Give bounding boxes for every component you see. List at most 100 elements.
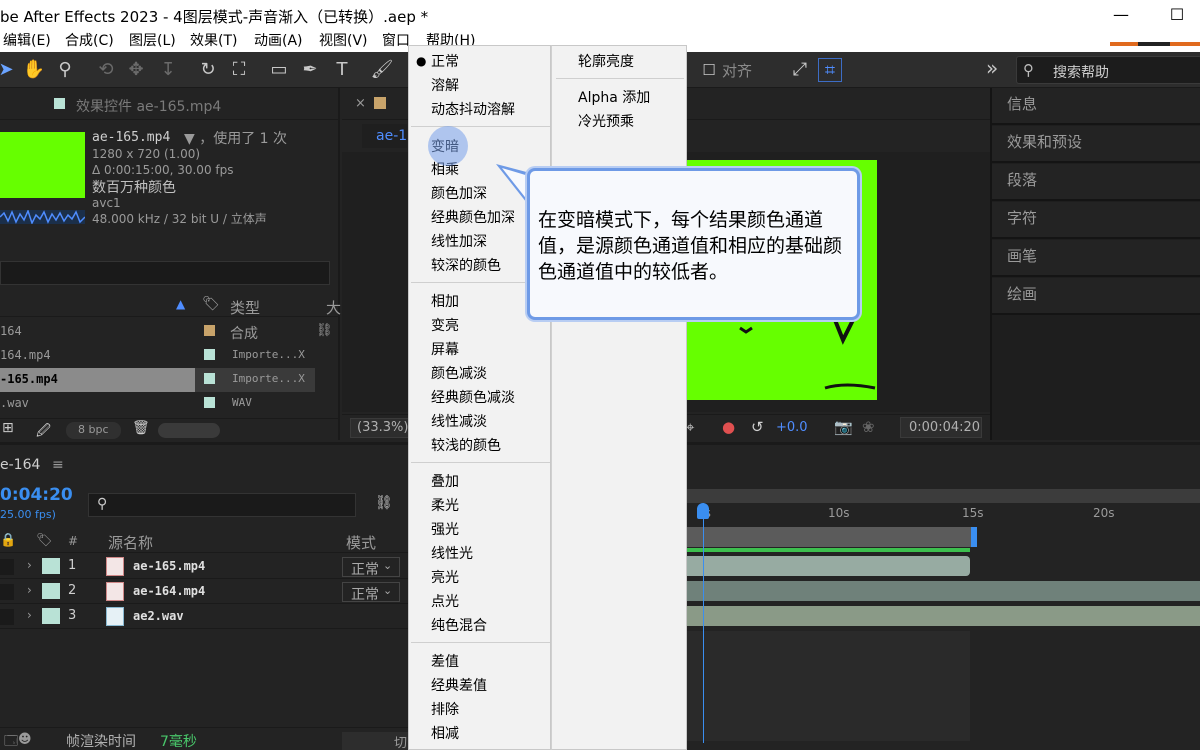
character-panel[interactable]: 字符 — [992, 202, 1200, 239]
comp-settings-icon[interactable]: 🗔 — [4, 732, 18, 750]
blend-overlay[interactable]: 叠加 — [431, 471, 459, 491]
expand-arrow-icon[interactable]: › — [27, 608, 32, 622]
work-area-end-handle[interactable] — [971, 527, 977, 547]
show-snapshot-icon[interactable]: ❀ — [862, 418, 875, 436]
effect-controls-tab[interactable]: 效果控件 ae-165.mp4 — [76, 96, 221, 116]
layer-bar[interactable] — [686, 581, 1200, 601]
selection-tool-icon[interactable]: ➤ — [0, 58, 18, 82]
region-of-interest-icon[interactable]: ⌖ — [686, 418, 694, 436]
playhead-handle[interactable] — [697, 503, 709, 519]
layer-label-color[interactable] — [42, 583, 60, 599]
blend-dissolve[interactable]: 溶解 — [431, 75, 459, 95]
mode-column-header[interactable]: 模式 — [346, 532, 376, 553]
menu-composition[interactable]: 合成(C) — [65, 32, 114, 50]
menu-animation[interactable]: 动画(A) — [254, 32, 303, 50]
sort-arrow-icon[interactable]: ▲ — [176, 297, 185, 311]
project-item[interactable]: 164 合成 ⛓ — [0, 320, 333, 344]
source-name-column-header[interactable]: 源名称 — [108, 532, 153, 553]
menu-layer[interactable]: 图层(L) — [129, 32, 176, 50]
visibility-toggle[interactable] — [0, 609, 14, 625]
work-area-bar[interactable] — [686, 489, 1200, 503]
exposure-value[interactable]: +0.0 — [776, 420, 808, 435]
paint-panel[interactable]: 绘画 — [992, 278, 1200, 315]
effects-presets-panel[interactable]: 效果和预设 — [992, 126, 1200, 163]
lock-column-icon[interactable]: 🔒 — [0, 533, 16, 548]
blend-alpha-add[interactable]: Alpha 添加 — [578, 87, 650, 107]
grid-snap-icon[interactable]: ⌗ — [818, 58, 842, 82]
brush-tool-icon[interactable]: 🖌 — [370, 58, 394, 82]
blend-hard-light[interactable]: 强光 — [431, 519, 459, 539]
expand-arrow-icon[interactable]: › — [27, 583, 32, 597]
blend-linear-light[interactable]: 线性光 — [431, 543, 473, 563]
close-panel-icon[interactable]: × — [355, 96, 366, 111]
blend-difference[interactable]: 差值 — [431, 651, 459, 671]
blend-color-dodge[interactable]: 颜色减淡 — [431, 363, 487, 383]
move-camera-icon[interactable]: ✥ — [124, 58, 148, 82]
type-tool-icon[interactable]: T — [330, 58, 354, 82]
timeline-comp-tab[interactable]: e-164 — [0, 457, 40, 473]
project-scrollbar[interactable] — [158, 423, 220, 438]
timeline-search-input[interactable]: ⚲ — [88, 493, 356, 517]
label-column-icon[interactable]: 🏷 — [202, 296, 220, 312]
layer-label-color[interactable] — [42, 608, 60, 624]
menu-view[interactable]: 视图(V) — [319, 32, 368, 50]
project-item-selected[interactable]: -165.mp4 — [0, 368, 195, 392]
blend-vivid-light[interactable]: 亮光 — [431, 567, 459, 587]
blend-darker-color[interactable]: 较深的颜色 — [431, 255, 501, 275]
layer-mode-dropdown[interactable]: 正常 ⌄ — [342, 557, 400, 578]
project-item[interactable]: .wav WAV — [0, 392, 315, 416]
visibility-toggle[interactable] — [0, 559, 14, 575]
shy-icon[interactable]: ☻ — [18, 732, 32, 747]
align-checkbox-icon[interactable]: ☐ — [697, 58, 721, 82]
zoom-tool-icon[interactable]: ⚲ — [53, 58, 77, 82]
info-panel[interactable]: 信息 — [992, 88, 1200, 125]
blend-add[interactable]: 相加 — [431, 291, 459, 311]
snap-icon[interactable]: ⤢ — [788, 58, 812, 82]
bpc-button[interactable]: 8 bpc — [66, 422, 121, 439]
layer-name[interactable]: ae2.wav — [133, 609, 184, 623]
project-search-input[interactable] — [0, 261, 330, 285]
menu-window[interactable]: 窗口 — [382, 32, 410, 50]
brush-panel[interactable]: 画笔 — [992, 240, 1200, 277]
blend-lighten[interactable]: 变亮 — [431, 315, 459, 335]
pen-tool-icon[interactable]: ✒ — [298, 58, 322, 82]
blend-color-burn[interactable]: 颜色加深 — [431, 183, 487, 203]
current-time-indicator[interactable] — [703, 503, 704, 743]
layer-bar[interactable] — [686, 556, 970, 576]
rectangle-tool-icon[interactable]: ▭ — [267, 58, 291, 82]
hand-tool-icon[interactable]: ✋ — [22, 58, 46, 82]
layer-label-color[interactable] — [42, 558, 60, 574]
comp-flowchart-icon[interactable]: ⛓ — [375, 495, 393, 511]
more-panels-button[interactable]: » — [986, 56, 998, 80]
blend-subtract[interactable]: 相减 — [431, 723, 459, 743]
snapshot-icon[interactable]: 📷 — [834, 418, 853, 436]
rotate-camera-icon[interactable]: ⟲ — [94, 58, 118, 82]
minimize-button[interactable]: — — [1106, 4, 1136, 26]
size-column-header[interactable]: 大 — [326, 297, 341, 318]
label-column-icon[interactable]: 🏷 — [36, 533, 53, 548]
layer-bar[interactable] — [686, 606, 1200, 626]
blend-linear-burn[interactable]: 线性加深 — [431, 231, 487, 251]
timeline-layer-row[interactable]: › 3 ae2.wav — [0, 605, 408, 629]
blend-linear-dodge[interactable]: 线性减淡 — [431, 411, 487, 431]
blend-luminescent-alpha[interactable]: 轮廓亮度 — [578, 51, 634, 71]
search-help-field[interactable]: ⚲ 搜索帮助 — [1016, 56, 1200, 84]
menu-effect[interactable]: 效果(T) — [190, 32, 237, 50]
blend-classic-color-dodge[interactable]: 经典颜色减淡 — [431, 387, 515, 407]
comp-tab[interactable]: ae-1 — [362, 124, 407, 148]
layer-name[interactable]: ae-165.mp4 — [133, 559, 205, 573]
trash-icon[interactable]: 🗑 — [132, 420, 150, 436]
blend-exclusion[interactable]: 排除 — [431, 699, 459, 719]
blend-luminescent-premul[interactable]: 冷光预乘 — [578, 111, 634, 131]
blend-normal[interactable]: 正常 — [431, 51, 459, 71]
composition-duration-bar[interactable] — [686, 527, 976, 547]
pan-behind-icon[interactable]: ⛶ — [227, 58, 251, 82]
color-channels-icon[interactable]: ● — [722, 418, 735, 436]
blend-hard-mix[interactable]: 纯色混合 — [431, 615, 487, 635]
blend-pin-light[interactable]: 点光 — [431, 591, 459, 611]
maximize-button[interactable]: ☐ — [1162, 4, 1192, 26]
comp-timecode-field[interactable]: 0:00:04:20 — [900, 417, 982, 438]
zoom-dropdown[interactable]: (33.3%) — [350, 418, 410, 438]
dolly-camera-icon[interactable]: ↧ — [156, 58, 180, 82]
project-item[interactable]: 164.mp4 Importe...X — [0, 344, 315, 368]
